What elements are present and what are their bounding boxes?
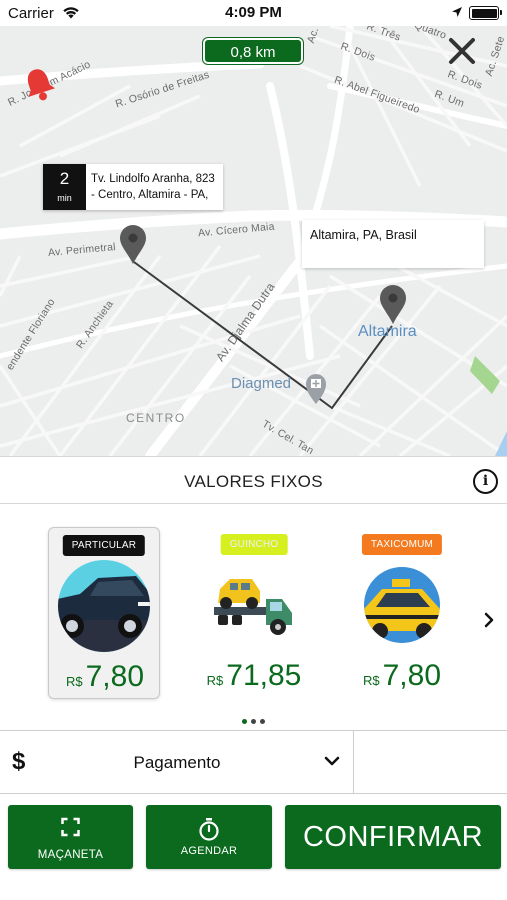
vehicle-card-taxicomum[interactable]: TAXICOMUM R$ 7,80 xyxy=(346,527,458,699)
macaneta-button[interactable]: MAÇANETA xyxy=(8,805,133,869)
action-bar: MAÇANETA AGENDAR CONFIRMAR xyxy=(0,795,507,900)
eta-unit: min xyxy=(57,193,72,203)
taxi-icon xyxy=(364,567,440,643)
page-dot[interactable] xyxy=(242,719,247,724)
vehicle-carousel: PARTICULAR R$ 7,80 GUINCHO R$ 71,85 TAXI… xyxy=(0,505,507,730)
vehicle-badge: GUINCHO xyxy=(220,534,288,555)
vehicle-badge: TAXICOMUM xyxy=(361,534,443,555)
district-label: CENTRO xyxy=(126,411,186,425)
info-icon[interactable]: i xyxy=(473,469,498,494)
clock: 4:09 PM xyxy=(225,4,282,21)
map-view[interactable]: R. Três R. Quatro R. Dois R. Dois R. Abe… xyxy=(0,26,507,456)
page-dot[interactable] xyxy=(251,719,256,724)
confirm-button[interactable]: CONFIRMAR xyxy=(285,805,501,869)
vehicle-card-particular[interactable]: PARTICULAR R$ 7,80 xyxy=(48,527,160,699)
destination-callout: Altamira, PA, Brasil xyxy=(302,220,484,268)
tow-truck-icon xyxy=(214,579,292,635)
agendar-button[interactable]: AGENDAR xyxy=(146,805,272,869)
vehicle-card-guincho[interactable]: GUINCHO R$ 71,85 xyxy=(198,527,310,699)
chevron-right-icon[interactable] xyxy=(483,611,495,629)
section-title: VALORES FIXOS xyxy=(184,472,323,491)
origin-address: Tv. Lindolfo Aranha, 823 - Centro, Altam… xyxy=(91,173,215,201)
close-icon[interactable] xyxy=(447,36,477,66)
eta-value: 2 xyxy=(59,169,70,188)
carousel-pagination xyxy=(0,711,507,729)
page-dot[interactable] xyxy=(260,719,265,724)
poi-label: Diagmed xyxy=(231,375,292,392)
eta-badge: 2 min xyxy=(43,164,86,210)
battery-icon xyxy=(469,6,502,20)
agendar-label: AGENDAR xyxy=(180,845,238,857)
status-bar: Carrier 4:09 PM xyxy=(0,0,507,26)
alert-bell-icon[interactable] xyxy=(22,66,56,102)
payment-selector[interactable]: $ Pagamento xyxy=(0,731,354,793)
vehicle-badge: PARTICULAR xyxy=(62,535,146,556)
payment-extra-field[interactable] xyxy=(355,731,507,793)
macaneta-label: MAÇANETA xyxy=(37,849,104,861)
chevron-down-icon xyxy=(324,756,340,766)
payment-label: Pagamento xyxy=(133,753,221,772)
vehicle-price: R$ 7,80 xyxy=(65,660,144,693)
car-icon xyxy=(58,560,150,652)
location-arrow-icon xyxy=(452,7,462,17)
eta-callout: 2 min Tv. Lindolfo Aranha, 823 - Centro,… xyxy=(43,164,223,210)
vehicle-price: R$ 7,80 xyxy=(362,659,441,692)
hospital-poi-icon xyxy=(306,374,326,404)
expand-icon xyxy=(61,817,80,837)
vehicle-price: R$ 71,85 xyxy=(206,659,302,692)
city-label: Altamira xyxy=(358,323,417,340)
payment-row: $ Pagamento xyxy=(0,730,507,794)
distance-indicator: 0,8 km xyxy=(203,38,303,64)
destination-pin-icon xyxy=(380,285,406,324)
stopwatch-icon xyxy=(199,818,219,841)
section-header: VALORES FIXOS i xyxy=(0,456,507,504)
